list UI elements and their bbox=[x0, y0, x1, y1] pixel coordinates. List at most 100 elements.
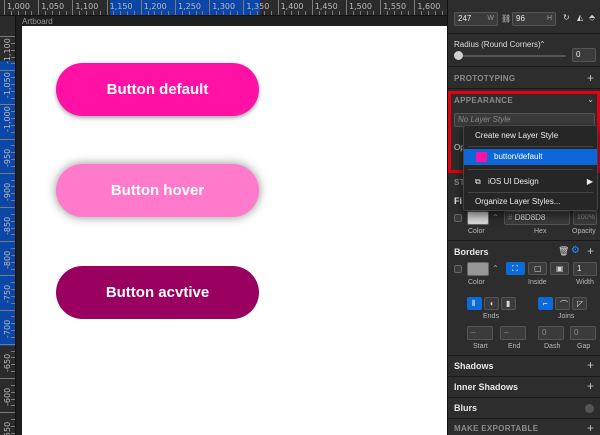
ruler-tick-label: 1,000 bbox=[7, 2, 30, 11]
chevron-down-icon[interactable]: ⌄ bbox=[587, 95, 594, 104]
fill-opacity-field[interactable]: 100% bbox=[573, 211, 597, 225]
join-bevel-button[interactable]: ◸ bbox=[572, 297, 587, 310]
design-button-default[interactable]: Button default bbox=[56, 63, 259, 116]
artboard-label[interactable]: Artboard bbox=[22, 17, 53, 26]
ruler-tick bbox=[298, 11, 300, 15]
gear-icon[interactable]: ⚙ bbox=[571, 245, 580, 256]
add-shadow-icon[interactable]: + bbox=[587, 359, 594, 371]
ruler-tick bbox=[11, 330, 15, 332]
flip-vertical-icon[interactable]: ⬘ bbox=[589, 13, 595, 22]
end-label: End bbox=[508, 343, 521, 350]
ruler-tick bbox=[373, 11, 375, 15]
ruler-tick bbox=[11, 56, 15, 58]
border-outside-button[interactable]: ▣ bbox=[550, 262, 569, 275]
dash-field[interactable]: 0 bbox=[538, 326, 564, 340]
lock-ratio-icon[interactable]: ⛓ bbox=[501, 14, 511, 23]
border-color-swatch[interactable] bbox=[467, 262, 489, 276]
layer-style-item-button-default[interactable]: button/default bbox=[464, 149, 597, 165]
separator bbox=[448, 397, 600, 398]
join-round-button[interactable]: ⌒ bbox=[555, 297, 570, 310]
ruler-tick bbox=[11, 234, 15, 236]
ruler-tick bbox=[11, 336, 15, 338]
chevron-updown-icon[interactable]: ⌃ bbox=[492, 264, 499, 273]
create-layer-style-item[interactable]: Create new Layer Style bbox=[464, 128, 597, 144]
blur-toggle[interactable] bbox=[585, 404, 594, 413]
ruler-tick bbox=[11, 77, 15, 79]
border-inside-button[interactable]: ▢ bbox=[528, 262, 547, 275]
arrow-end-select[interactable]: – bbox=[500, 326, 526, 340]
appearance-header[interactable]: APPEARANCE bbox=[454, 96, 513, 105]
ruler-tick bbox=[45, 11, 47, 15]
fills-header[interactable]: Fi bbox=[454, 196, 462, 206]
end-butt-icon: ⫴ bbox=[472, 299, 476, 308]
radius-input[interactable]: 0 bbox=[572, 48, 596, 62]
flip-horizontal-icon[interactable]: ◭ bbox=[577, 13, 583, 22]
rotate-icon[interactable]: ↻ bbox=[563, 13, 570, 22]
ruler-tick bbox=[400, 11, 402, 15]
fill-enabled-checkbox[interactable] bbox=[454, 214, 462, 222]
add-border-icon[interactable]: + bbox=[587, 245, 594, 257]
inner-shadows-header[interactable]: Inner Shadows bbox=[454, 382, 518, 392]
border-center-icon: ⛶ bbox=[512, 264, 518, 273]
ruler-tick bbox=[236, 11, 238, 15]
ruler-tick bbox=[11, 227, 15, 229]
borders-header[interactable]: Borders bbox=[454, 247, 489, 257]
ruler-tick bbox=[0, 241, 15, 243]
organize-layer-styles-item[interactable]: Organize Layer Styles... bbox=[464, 194, 597, 210]
chevron-updown-icon[interactable]: ⌃ bbox=[539, 40, 546, 49]
ruler-tick bbox=[325, 11, 327, 15]
ruler-tick bbox=[51, 11, 53, 15]
border-center-button[interactable]: ⛶ bbox=[506, 262, 525, 275]
horizontal-ruler: 1,000 1,050 1,100 1,150 1,200 1,250 1,300 1,350… bbox=[0, 0, 447, 16]
width-field[interactable]: 247 W bbox=[454, 12, 498, 26]
ruler-tick bbox=[0, 309, 15, 311]
ruler-tick bbox=[11, 254, 15, 256]
canvas[interactable]: 1,000 1,050 1,100 1,150 1,200 1,250 1,300 1,350… bbox=[0, 0, 447, 435]
radius-slider-handle[interactable] bbox=[454, 51, 463, 60]
shadows-header[interactable]: Shadows bbox=[454, 361, 494, 371]
ruler-tick bbox=[113, 11, 115, 15]
add-inner-shadow-icon[interactable]: + bbox=[587, 380, 594, 392]
ruler-tick bbox=[0, 412, 15, 414]
ruler-tick bbox=[99, 11, 101, 15]
border-enabled-checkbox[interactable] bbox=[454, 265, 462, 273]
prototyping-header[interactable]: PROTOTYPING bbox=[454, 74, 515, 83]
design-button-active[interactable]: Button acvtive bbox=[56, 266, 259, 319]
gap-field[interactable]: 0 bbox=[570, 326, 596, 340]
design-button-hover[interactable]: Button hover bbox=[56, 164, 259, 217]
artboard[interactable]: Button default Button hover Button acvti… bbox=[22, 26, 447, 435]
ruler-tick bbox=[277, 0, 279, 15]
end-square-button[interactable]: ▮ bbox=[501, 297, 516, 310]
chevron-updown-icon[interactable]: ⌃ bbox=[492, 213, 499, 222]
ruler-tick bbox=[11, 323, 15, 325]
border-width-field[interactable]: 1 bbox=[573, 262, 597, 276]
library-submenu-item[interactable]: ⧉ iOS UI Design ▶ bbox=[464, 174, 597, 190]
ruler-tick bbox=[250, 11, 252, 15]
width-value: 247 bbox=[458, 14, 472, 23]
ruler-tick bbox=[0, 378, 15, 379]
ruler-tick bbox=[387, 11, 389, 15]
end-butt-button[interactable]: ⫴ bbox=[467, 297, 482, 310]
ruler-tick bbox=[154, 11, 156, 15]
ruler-tick-label: -950 bbox=[3, 148, 12, 167]
ruler-tick-label: 1,050 bbox=[41, 2, 65, 11]
end-round-button[interactable]: ◖ bbox=[484, 297, 499, 310]
blurs-header[interactable]: Blurs bbox=[454, 403, 477, 413]
ruler-tick bbox=[11, 152, 15, 154]
radius-slider-track[interactable] bbox=[458, 55, 566, 57]
add-prototyping-icon[interactable]: + bbox=[587, 72, 594, 84]
fill-color-swatch[interactable] bbox=[467, 211, 489, 225]
ruler-tick bbox=[11, 111, 15, 113]
start-label: Start bbox=[473, 343, 488, 350]
fill-hex-field[interactable]: # D8D8D8 bbox=[504, 211, 570, 225]
dash-label: Dash bbox=[544, 343, 561, 350]
make-exportable-header[interactable]: MAKE EXPORTABLE bbox=[454, 424, 538, 433]
add-export-icon[interactable]: + bbox=[587, 422, 594, 434]
ruler-tick bbox=[291, 11, 293, 15]
trash-icon[interactable]: 🗑 bbox=[558, 246, 569, 257]
end-round-icon: ◖ bbox=[489, 299, 494, 308]
arrow-start-select[interactable]: – bbox=[467, 326, 493, 340]
height-field[interactable]: 96 H bbox=[512, 12, 556, 26]
join-miter-button[interactable]: ⌐ bbox=[538, 297, 553, 310]
ruler-tick bbox=[11, 384, 15, 386]
